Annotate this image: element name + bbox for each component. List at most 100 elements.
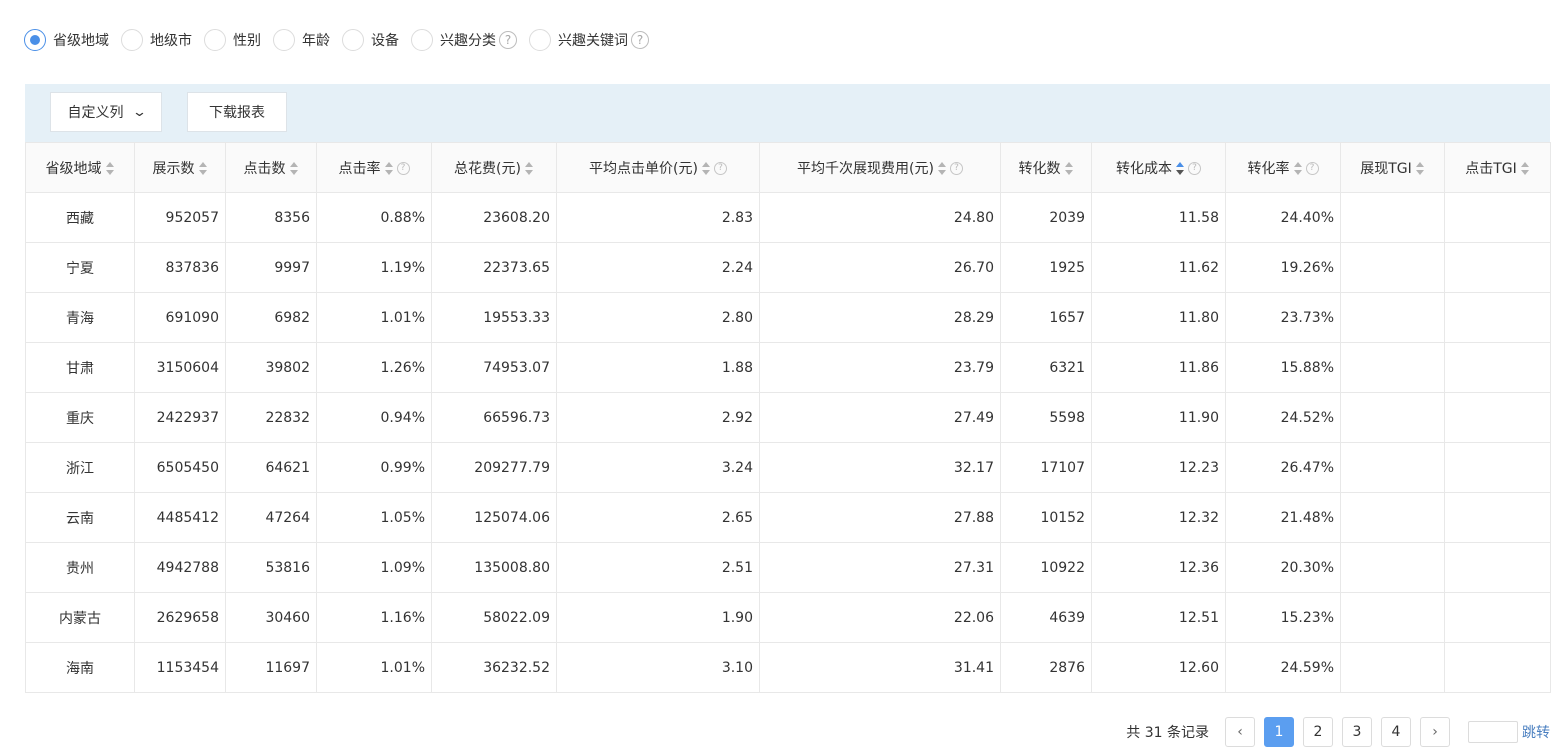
- table-cell: 2876: [1000, 642, 1092, 693]
- radio-circle[interactable]: [342, 29, 364, 51]
- dimension-radio-option[interactable]: 地级市: [121, 29, 192, 51]
- dimension-radio-group: 省级地域 地级市 性别 年龄 设备 兴趣分类? 兴趣关键词?: [24, 27, 661, 53]
- radio-circle[interactable]: [121, 29, 143, 51]
- table-cell: [1340, 592, 1445, 643]
- column-header[interactable]: 点击数: [225, 142, 317, 193]
- table-cell: 2039: [1000, 192, 1092, 243]
- radio-circle[interactable]: [411, 29, 433, 51]
- table-cell: 125074.06: [431, 492, 557, 543]
- dimension-radio-option[interactable]: 年龄: [273, 29, 330, 51]
- sort-icon[interactable]: [701, 162, 711, 175]
- table-cell: [1340, 392, 1445, 443]
- table-cell: 2.92: [556, 392, 760, 443]
- table-cell: 2.80: [556, 292, 760, 343]
- table-cell: 23.79: [759, 342, 1001, 393]
- table-cell: 691090: [134, 292, 226, 343]
- table-cell: 0.99%: [316, 442, 432, 493]
- column-header[interactable]: 转化数: [1000, 142, 1092, 193]
- help-icon[interactable]: ?: [631, 31, 649, 49]
- dimension-radio-option[interactable]: 省级地域: [24, 29, 109, 51]
- table-cell: 0.94%: [316, 392, 432, 443]
- column-header-label: 展现TGI: [1360, 160, 1412, 177]
- sort-icon[interactable]: [105, 162, 115, 175]
- table-cell: 西藏: [25, 192, 135, 243]
- column-header[interactable]: 点击率?: [316, 142, 432, 193]
- table-cell: [1444, 592, 1551, 643]
- next-page-button[interactable]: ›: [1420, 717, 1450, 747]
- column-header-label: 转化数: [1018, 160, 1061, 177]
- page-jump-input[interactable]: [1468, 721, 1518, 743]
- total-records-text: 共 31 条记录: [1126, 725, 1209, 741]
- sort-icon[interactable]: [1415, 162, 1425, 175]
- help-icon[interactable]: ?: [396, 162, 410, 175]
- page-number-button[interactable]: 2: [1303, 717, 1333, 747]
- radio-circle[interactable]: [529, 29, 551, 51]
- dimension-radio-option[interactable]: 兴趣分类?: [411, 29, 517, 51]
- table-body: 西藏 952057 8356 0.88% 23608.20 2.83 24.80 2039 11…: [25, 192, 1551, 693]
- sort-icon[interactable]: [1176, 162, 1185, 175]
- table-cell: [1444, 642, 1551, 693]
- sort-icon[interactable]: [289, 162, 299, 175]
- table-cell: [1444, 342, 1551, 393]
- help-icon[interactable]: ?: [499, 31, 517, 49]
- table-cell: 12.60: [1091, 642, 1226, 693]
- table-cell: 内蒙古: [25, 592, 135, 643]
- table-cell: 1.01%: [316, 642, 432, 693]
- help-icon[interactable]: ?: [949, 162, 963, 175]
- page-number-button[interactable]: 3: [1342, 717, 1372, 747]
- table-cell: 27.31: [759, 542, 1001, 593]
- radio-label: 兴趣分类: [440, 33, 496, 49]
- page-number-button[interactable]: 4: [1381, 717, 1411, 747]
- table-cell: 11.90: [1091, 392, 1226, 443]
- table-cell: 10922: [1000, 542, 1092, 593]
- table-cell: 135008.80: [431, 542, 557, 593]
- column-header[interactable]: 平均点击单价(元)?: [556, 142, 760, 193]
- table-cell: 1.88: [556, 342, 760, 393]
- table-cell: 9997: [225, 242, 317, 293]
- dimension-radio-option[interactable]: 设备: [342, 29, 399, 51]
- radio-label: 性别: [233, 33, 261, 49]
- sort-icon[interactable]: [1293, 162, 1303, 175]
- column-header[interactable]: 转化成本?: [1091, 142, 1226, 193]
- table-cell: 0.88%: [316, 192, 432, 243]
- table-cell: 58022.09: [431, 592, 557, 643]
- table-cell: 2.65: [556, 492, 760, 543]
- page-number-button[interactable]: 1: [1264, 717, 1294, 747]
- radio-circle[interactable]: [24, 29, 46, 51]
- column-header[interactable]: 平均千次展现费用(元)?: [759, 142, 1001, 193]
- help-icon[interactable]: ?: [1188, 162, 1201, 175]
- download-report-button[interactable]: 下载报表: [187, 92, 287, 132]
- page-number-list: 1234: [1255, 717, 1411, 747]
- table-cell: [1444, 242, 1551, 293]
- sort-icon[interactable]: [524, 162, 534, 175]
- dimension-radio-option[interactable]: 性别: [204, 29, 261, 51]
- column-header[interactable]: 展示数: [134, 142, 226, 193]
- sort-icon[interactable]: [198, 162, 208, 175]
- column-header[interactable]: 省级地域: [25, 142, 135, 193]
- prev-page-button[interactable]: ‹: [1225, 717, 1255, 747]
- sort-icon[interactable]: [384, 162, 394, 175]
- page-jump-link[interactable]: 跳转: [1522, 722, 1550, 742]
- table-cell: 1.01%: [316, 292, 432, 343]
- custom-columns-dropdown[interactable]: 自定义列 ⌄: [50, 92, 162, 132]
- radio-circle[interactable]: [273, 29, 295, 51]
- column-header[interactable]: 转化率?: [1225, 142, 1341, 193]
- table-toolbar: 自定义列 ⌄ 下载报表: [25, 84, 1550, 142]
- help-icon[interactable]: ?: [1305, 162, 1319, 175]
- sort-icon[interactable]: [937, 162, 947, 175]
- dimension-radio-option[interactable]: 兴趣关键词?: [529, 29, 649, 51]
- table-cell: [1444, 492, 1551, 543]
- table-cell: 1.90: [556, 592, 760, 643]
- table-cell: 15.23%: [1225, 592, 1341, 643]
- sort-icon[interactable]: [1520, 162, 1530, 175]
- sort-icon[interactable]: [1064, 162, 1074, 175]
- column-header[interactable]: 点击TGI: [1444, 142, 1551, 193]
- table-cell: 1.09%: [316, 542, 432, 593]
- table-cell: 11697: [225, 642, 317, 693]
- table-cell: 2.24: [556, 242, 760, 293]
- table-cell: 8356: [225, 192, 317, 243]
- column-header[interactable]: 展现TGI: [1340, 142, 1445, 193]
- column-header[interactable]: 总花费(元): [431, 142, 557, 193]
- radio-circle[interactable]: [204, 29, 226, 51]
- help-icon[interactable]: ?: [713, 162, 727, 175]
